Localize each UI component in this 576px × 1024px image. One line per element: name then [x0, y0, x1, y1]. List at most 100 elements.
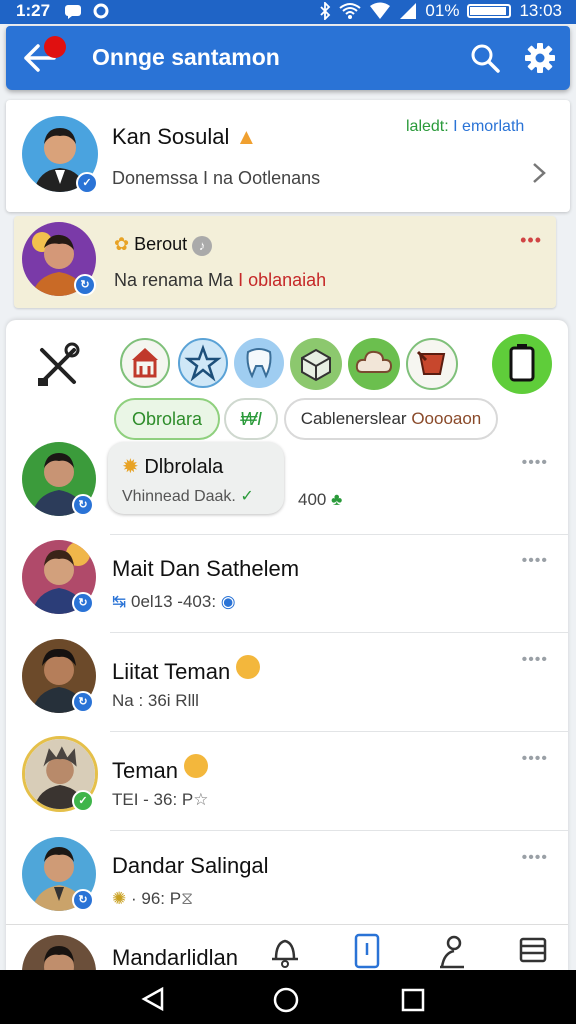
battery-icon [467, 4, 512, 18]
signal-wifi-icon [370, 2, 391, 19]
verified-badge-icon: ↻ [72, 691, 94, 713]
chat-name: Teman [112, 754, 209, 784]
phone-icon[interactable] [352, 933, 382, 969]
app-bar: Onnge santamon [6, 26, 570, 90]
gear-icon[interactable] [524, 42, 556, 74]
chip-filter[interactable]: Cablenerslear Ooooaon [284, 398, 498, 440]
profile-subtitle: Donemssa I na Ootlenans [112, 168, 321, 188]
verified-badge-icon: ↻ [72, 494, 94, 516]
face-emoji-icon [236, 655, 261, 679]
mute-icon: ♪ [192, 236, 213, 256]
chat-name: Liitat Teman [112, 655, 261, 685]
verified-badge-icon: ✓ [72, 790, 94, 812]
pinned-subtitle-highlight: I oblanaiah [238, 270, 327, 290]
back-triangle-icon[interactable] [140, 986, 166, 1012]
chat-preview: Na : 36i Rlll [112, 691, 199, 710]
tag-icon: ⧖ [181, 889, 194, 908]
chat-preview-text: 0el13 -403: [130, 592, 217, 611]
chat-preview-text: · 96: P [130, 889, 182, 908]
gear-emoji-icon: ✹ [122, 456, 139, 478]
chip-filter[interactable]: ₩I [224, 398, 278, 440]
pinned-name-text: Berout [134, 234, 188, 254]
plant-icon: ♣ [331, 490, 343, 509]
bottom-nav: Mandarlidlan [6, 924, 568, 1009]
home-circle-icon[interactable] [272, 986, 300, 1014]
chip-extra: Ooooaon [411, 409, 482, 428]
cart-icon[interactable] [406, 338, 458, 390]
box-icon[interactable] [290, 338, 342, 390]
list-item[interactable]: ↻ Liitat Teman Na : 36i Rlll •••• [6, 633, 568, 732]
more-options-icon[interactable]: •••• [522, 750, 548, 768]
profile-name: Kan Sosulal ▲ [112, 124, 257, 150]
chat-name: Dandar Salingal [112, 853, 269, 878]
chat-name-text: Teman [112, 758, 179, 783]
message-bubble[interactable]: ✹ Dlbrolala Vhinnead Daak. ✓ [108, 442, 284, 514]
search-icon[interactable] [470, 43, 500, 73]
chat-name-text: Dlbrolala [144, 456, 224, 478]
tooth-icon[interactable] [234, 338, 284, 388]
cat-emoji-icon: ▲ [235, 124, 258, 149]
more-options-icon[interactable]: •••• [522, 651, 548, 669]
message-icon [65, 5, 81, 19]
more-options-icon[interactable]: •••• [522, 849, 548, 867]
menu-list-icon[interactable] [518, 935, 548, 965]
chip-filter[interactable]: Obrolara [114, 398, 220, 440]
trophy-emoji-icon: ✿ [114, 234, 130, 254]
app-title: Onnge santamon [92, 44, 280, 70]
list-item[interactable]: ✓ Teman TEI - 36: P☆ •••• [6, 732, 568, 831]
profile-link-text: I emorlath [453, 118, 525, 135]
chat-extra-text: 400 [298, 490, 327, 509]
tools-icon[interactable] [36, 342, 80, 388]
list-item[interactable]: ↻ ✹ Dlbrolala Vhinnead Daak. ✓ 400 ♣ •••… [6, 436, 568, 535]
recents-square-icon[interactable] [400, 987, 426, 1013]
system-nav-bar [0, 970, 576, 1024]
globe-icon: ◉ [220, 592, 236, 611]
pinned-group-card[interactable]: ↻ ✿ Berout ♪ Na renama Ma I oblanaiah ••… [14, 216, 556, 308]
main-panel: Obrolara ₩I Cablenerslear Ooooaon ↻ ✹ Dl… [6, 320, 568, 980]
verified-badge-icon: ✓ [76, 172, 98, 194]
chat-name: ✹ Dlbrolala [122, 454, 223, 479]
chat-preview: ✺ · 96: P⧖ [112, 889, 193, 909]
wifi-icon [339, 3, 362, 19]
list-item[interactable]: ↻ Mait Dan Sathelem ↹ 0el13 -403: ◉ •••• [6, 534, 568, 633]
battery-status-icon[interactable] [492, 334, 552, 394]
chip-label: Cablenerslear [300, 409, 407, 428]
pinned-name: ✿ Berout ♪ [114, 234, 213, 256]
check-icon: ✓ [240, 488, 254, 505]
temple-icon[interactable] [120, 338, 170, 388]
profile-name-text: Kan Sosulal [112, 124, 230, 149]
bell-icon[interactable] [268, 935, 302, 969]
bluetooth-icon [320, 2, 331, 20]
chat-preview-text: TEI - 36: P [112, 790, 194, 809]
status-clock: 13:03 [519, 1, 562, 20]
chat-preview: Vhinnead Daak. ✓ [122, 486, 254, 506]
cloud-icon[interactable] [348, 338, 400, 390]
verified-badge-icon: ↻ [72, 592, 94, 614]
status-bar: 1:27 01% 13:03 [0, 0, 576, 24]
profile-link-prefix: laledt: [406, 118, 449, 135]
chat-preview: TEI - 36: P☆ [112, 790, 209, 810]
pinned-subtitle: Na renama Ma I oblanaiah [114, 270, 326, 291]
chat-name-text: Liitat Teman [112, 659, 231, 684]
chat-extra: 400 ♣ [298, 490, 342, 510]
star-outline-icon[interactable] [178, 338, 228, 388]
signal-icon [400, 3, 417, 19]
more-options-icon[interactable]: •••• [522, 552, 548, 570]
forward-icon: ↹ [112, 592, 127, 611]
more-options-icon[interactable]: ••• [520, 230, 542, 251]
circle-icon [93, 3, 109, 19]
chat-preview: ↹ 0el13 -403: ◉ [112, 592, 236, 612]
list-item[interactable]: ↻ Dandar Salingal ✺ · 96: P⧖ •••• [6, 831, 568, 930]
more-options-icon[interactable]: •••• [522, 454, 548, 472]
star-icon: ☆ [193, 790, 209, 809]
sparkle-icon: ✺ [112, 889, 127, 908]
status-right: 01% 13:03 [319, 1, 562, 21]
profile-link[interactable]: laledt: I emorlath [406, 118, 524, 136]
verified-badge-icon: ↻ [74, 274, 96, 296]
verified-badge-icon: ↻ [72, 889, 94, 911]
chevron-right-icon[interactable] [532, 162, 546, 184]
user-pin-icon[interactable] [436, 933, 468, 969]
chat-name: Mait Dan Sathelem [112, 556, 300, 581]
profile-card[interactable]: ✓ Kan Sosulal ▲ laledt: I emorlath Donem… [6, 100, 570, 212]
notification-dot [44, 36, 66, 58]
